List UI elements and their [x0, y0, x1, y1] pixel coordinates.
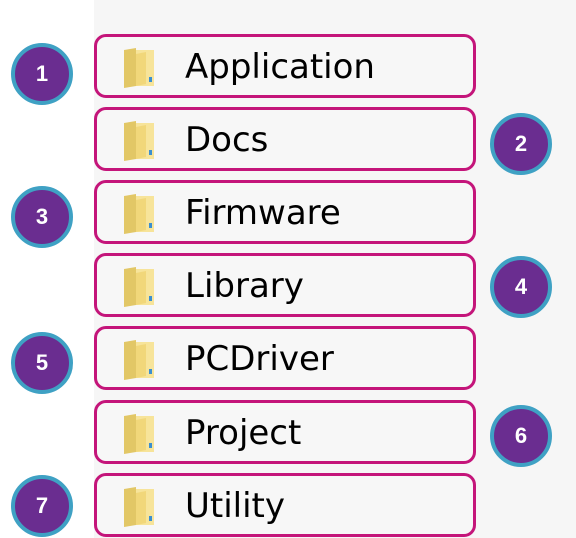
number-badge-5: 5: [11, 332, 73, 394]
number-badge-3: 3: [11, 186, 73, 248]
number-badge-6: 6: [490, 405, 552, 467]
number-badge-7: 7: [11, 475, 73, 537]
folder-row-firmware[interactable]: Firmware: [94, 180, 476, 244]
folder-label: Project: [185, 413, 302, 453]
folder-label: Firmware: [185, 193, 341, 233]
folder-label: Docs: [185, 120, 269, 160]
folder-icon: [124, 414, 154, 454]
number-badge-4: 4: [490, 256, 552, 318]
folder-label: Application: [185, 47, 375, 87]
folder-icon: [124, 487, 154, 527]
folder-row-library[interactable]: Library: [94, 253, 476, 317]
folder-row-project[interactable]: Project: [94, 400, 476, 464]
folder-row-utility[interactable]: Utility: [94, 473, 476, 537]
folder-row-docs[interactable]: Docs: [94, 107, 476, 171]
folder-row-application[interactable]: Application: [94, 34, 476, 98]
number-badge-2: 2: [490, 113, 552, 175]
folder-label: PCDriver: [185, 339, 334, 379]
folder-row-pcdriver[interactable]: PCDriver: [94, 326, 476, 390]
folder-label: Utility: [185, 486, 286, 526]
folder-icon: [124, 340, 154, 380]
folder-icon: [124, 121, 154, 161]
folder-icon: [124, 48, 154, 88]
folder-icon: [124, 267, 154, 307]
folder-icon: [124, 194, 154, 234]
folder-label: Library: [185, 266, 304, 306]
number-badge-1: 1: [11, 43, 73, 105]
